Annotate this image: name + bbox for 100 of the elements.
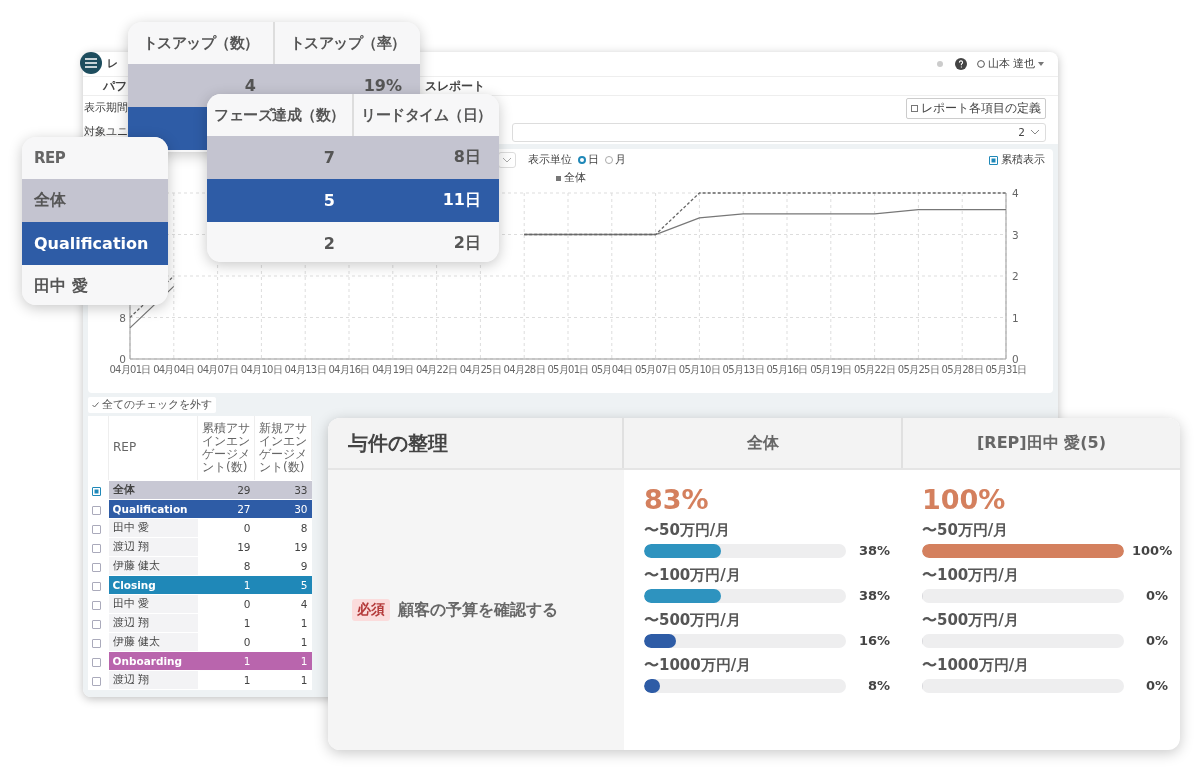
chevron-icon — [1031, 129, 1039, 135]
column-header: 新規アサインエンゲージメント(数) — [254, 416, 312, 481]
user-icon — [976, 60, 985, 68]
table-cell: 1 — [254, 613, 312, 633]
x-tick-label: 04月19日 — [372, 364, 414, 375]
table-cell-text: 2 — [322, 234, 336, 253]
filter-label: 表示期間 — [84, 101, 126, 115]
row-checkbox[interactable] — [92, 657, 101, 667]
task-label: 顧客の予算を確認する — [398, 599, 558, 621]
x-tick-label: 05月01日 — [547, 364, 589, 375]
table-cell: 1 — [197, 670, 255, 690]
required-badge: 必須 — [352, 599, 390, 621]
legend-swatch — [556, 175, 561, 181]
percentage-label: 16% — [857, 633, 890, 648]
x-tick-label: 05月07日 — [634, 364, 677, 375]
check-icon — [92, 402, 99, 408]
x-tick-label: 04月07日 — [197, 364, 239, 375]
x-tick-label: 04月25日 — [459, 364, 501, 375]
column-header: REP — [108, 416, 198, 481]
table-cell-text: 7 — [322, 148, 336, 167]
row-checkbox[interactable] — [92, 543, 101, 553]
table-cell: 0 — [197, 518, 255, 538]
row-checkbox[interactable] — [92, 676, 101, 686]
bar-label: 〜500万円/月 — [644, 611, 742, 630]
x-tick-label: 04月13日 — [284, 364, 326, 375]
y-tick-label: 4 — [1012, 187, 1019, 199]
table-cell: 8 — [254, 518, 312, 538]
column-header: REP — [33, 148, 67, 169]
table-cell: 1 — [254, 670, 312, 690]
column-header: 累積アサインエンゲージメント(数) — [197, 416, 255, 481]
table-cell: 8 — [197, 556, 255, 576]
row-checkbox[interactable] — [92, 619, 101, 629]
definition-button[interactable]: レポート各項目の定義 — [906, 97, 1046, 119]
unit-select[interactable]: 2 — [512, 122, 1046, 142]
table-cell-text: 11日 — [441, 190, 482, 211]
uncheck-all-button[interactable]: 全てのチェックを外す — [88, 397, 216, 413]
bar-label: 〜100万円/月 — [644, 566, 742, 585]
x-tick-label: 05月10日 — [678, 364, 721, 375]
y-tick-label: 0 — [119, 353, 126, 365]
column-header: [REP]田中 愛(5) — [976, 431, 1107, 454]
row-checkbox[interactable] — [92, 581, 101, 591]
document-icon — [911, 104, 918, 112]
bar-label: 〜1000万円/月 — [644, 656, 753, 675]
x-tick-label: 05月28日 — [941, 364, 983, 375]
y-tick-label: 3 — [1012, 228, 1019, 241]
x-tick-label: 04月16日 — [328, 364, 370, 375]
row-checkbox[interactable] — [92, 600, 101, 610]
help-icon[interactable] — [954, 58, 967, 70]
table-cell-text: 19% — [362, 76, 403, 95]
table-cell-text: 5 — [322, 191, 336, 210]
bar-label: 〜50万円/月 — [644, 521, 732, 540]
table-cell: 1 — [197, 613, 255, 633]
filter-label: 対象ユニ — [84, 125, 126, 139]
unit-label: 表示単位 — [528, 153, 572, 167]
y-tick-label: 0 — [1012, 353, 1019, 365]
row-checkbox[interactable] — [92, 524, 101, 534]
row-checkbox[interactable] — [92, 638, 101, 648]
x-tick-label: 05月19日 — [810, 364, 852, 375]
percentage-label: 38% — [857, 543, 890, 558]
column-header: トスアップ（率） — [288, 32, 407, 54]
table-cell: 0 — [197, 632, 255, 652]
unit-radio[interactable]: 月 — [605, 153, 626, 167]
legend-label: 全体 — [564, 171, 586, 185]
table-cell-text: 田中 愛 — [33, 276, 88, 297]
percentage-label: 0% — [1144, 678, 1168, 693]
percentage-label: 0% — [1144, 633, 1168, 648]
y-tick-label: 1 — [1012, 311, 1019, 324]
x-tick-label: 05月04日 — [591, 364, 633, 375]
x-tick-label: 05月25日 — [897, 364, 940, 375]
x-tick-label: 04月04日 — [153, 364, 195, 375]
table-cell: 19 — [254, 537, 312, 557]
table-cell-text: 8日 — [452, 147, 482, 168]
column-header: 全体 — [624, 418, 903, 468]
x-tick-label: 04月10日 — [240, 364, 282, 375]
user-name[interactable]: 山本 達也 — [987, 57, 1035, 71]
table-cell: 4 — [254, 594, 312, 614]
y-tick-label: 2 — [1012, 270, 1019, 282]
cumulative-checkbox[interactable]: 累積表示 — [989, 153, 1045, 167]
percentage-label: 38% — [857, 588, 890, 603]
table-cell-text: 4 — [243, 76, 257, 95]
x-tick-label: 04月28日 — [503, 364, 545, 375]
row-checkbox[interactable] — [92, 505, 101, 515]
report-tab[interactable]: パフ — [103, 77, 127, 95]
caret-icon[interactable] — [1038, 62, 1044, 66]
x-tick-label: 05月22日 — [853, 364, 896, 375]
x-tick-label: 04月22日 — [416, 364, 458, 375]
table-cell: 0 — [197, 594, 255, 614]
report-tab[interactable]: スレポート — [425, 77, 485, 95]
total-percentage: 100% — [922, 484, 1007, 515]
bar-label: 〜500万円/月 — [922, 611, 1020, 630]
menu-icon[interactable] — [80, 52, 102, 74]
app-title: レ — [107, 57, 118, 71]
unit-radio[interactable]: 日 — [578, 153, 599, 167]
bar-label: 〜50万円/月 — [922, 521, 1010, 540]
row-checkbox[interactable] — [92, 562, 101, 572]
table-cell-text: 2日 — [452, 233, 482, 254]
row-checkbox[interactable] — [92, 486, 101, 496]
bar-label: 〜1000万円/月 — [922, 656, 1031, 675]
x-tick-label: 05月16日 — [766, 364, 808, 375]
x-tick-label: 05月13日 — [722, 364, 764, 375]
